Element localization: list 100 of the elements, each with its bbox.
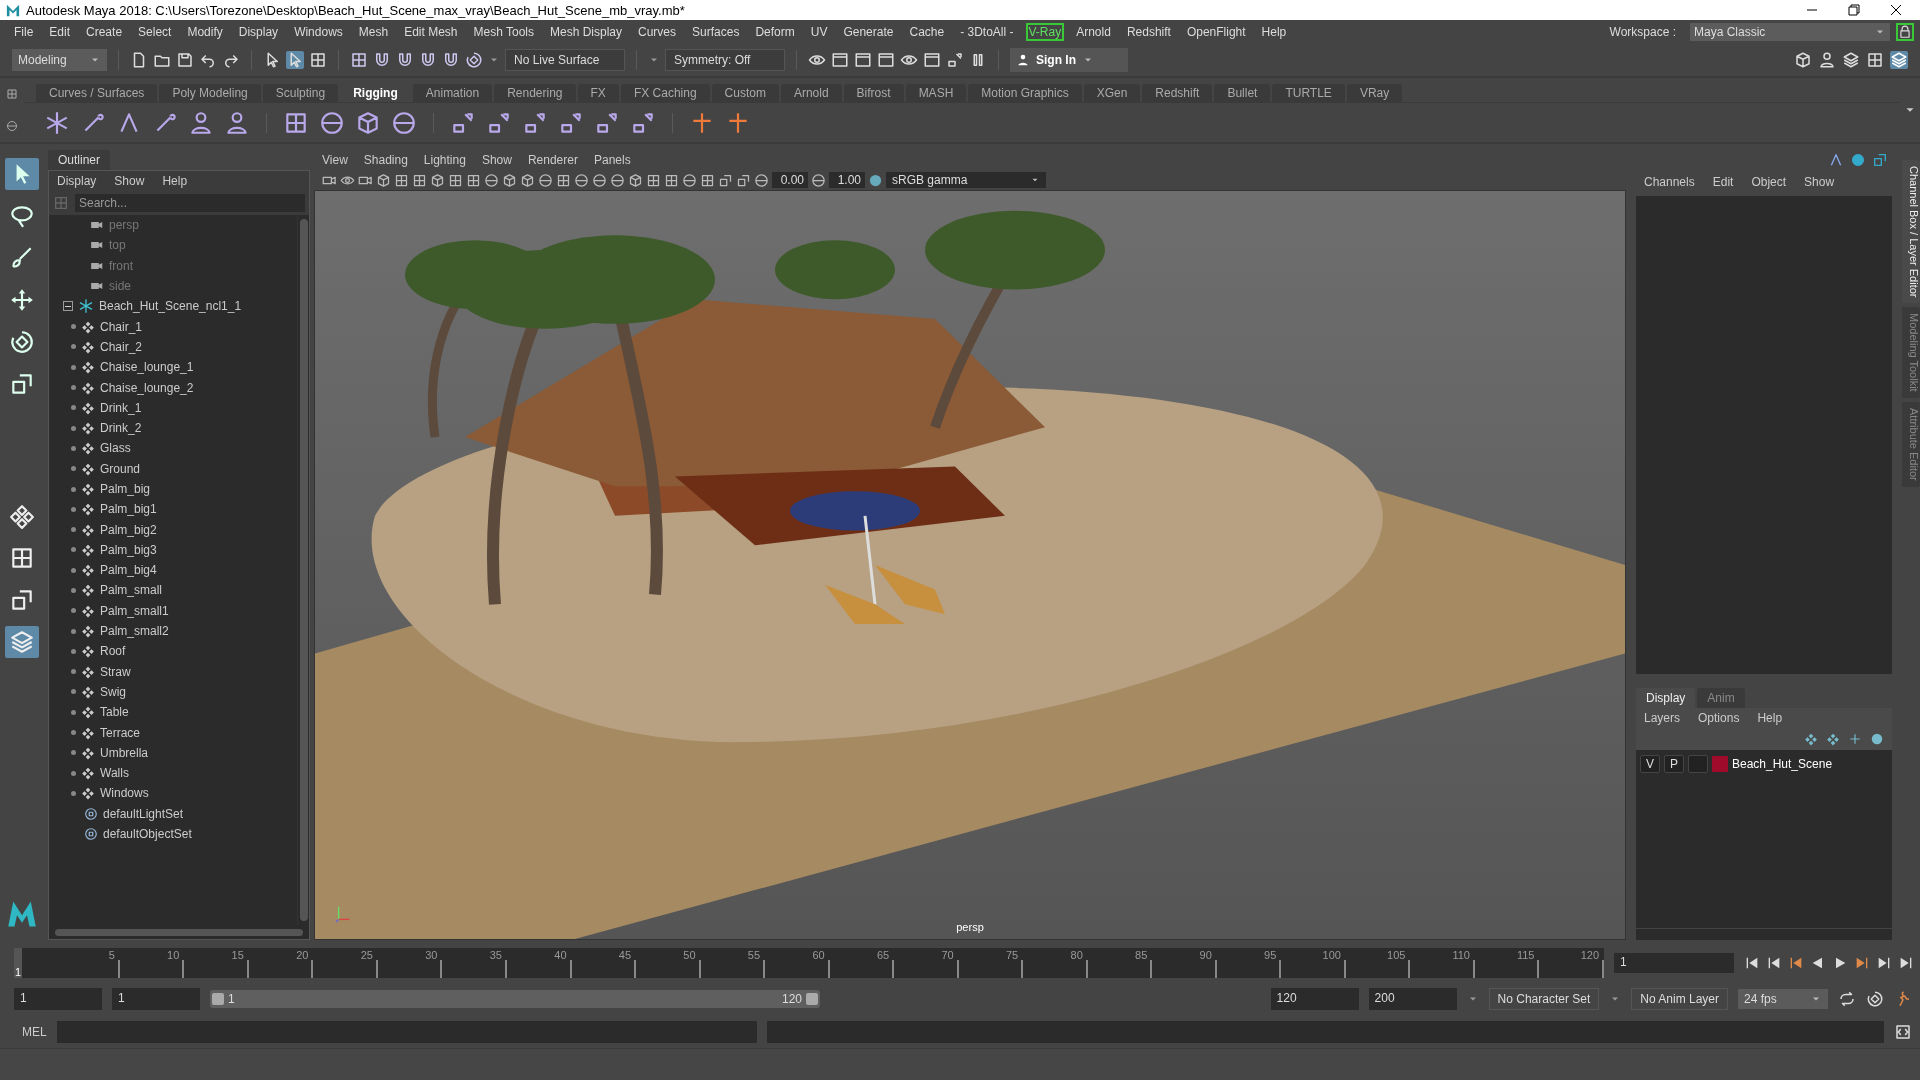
menu-item[interactable]: Options bbox=[1698, 711, 1740, 725]
move-tool-icon[interactable] bbox=[9, 287, 35, 313]
layer-color-swatch[interactable] bbox=[1712, 756, 1728, 772]
mesh-icon[interactable] bbox=[81, 360, 95, 375]
viewport-tool-icon[interactable] bbox=[394, 172, 409, 188]
menu-item[interactable]: Show bbox=[481, 153, 512, 167]
outliner-item[interactable]: Umbrella bbox=[100, 745, 148, 760]
save-icon[interactable] bbox=[176, 51, 194, 69]
mesh-icon[interactable] bbox=[81, 441, 95, 456]
outliner-item[interactable]: Glass bbox=[100, 441, 131, 456]
mesh-icon[interactable] bbox=[81, 705, 95, 720]
viewport-tool-icon[interactable] bbox=[592, 172, 607, 188]
mesh-icon[interactable] bbox=[81, 522, 95, 537]
shelf-tab[interactable]: Curves / Surfaces bbox=[36, 84, 158, 102]
key-settings-icon[interactable] bbox=[1866, 990, 1884, 1008]
rigging-tool-icon[interactable] bbox=[224, 109, 250, 136]
menu-item[interactable]: Mesh bbox=[350, 25, 397, 39]
workspace-dropdown[interactable]: Maya Classic bbox=[1690, 23, 1890, 41]
mesh-icon[interactable] bbox=[81, 786, 95, 801]
rotate-tool-icon[interactable] bbox=[9, 329, 35, 355]
rigging-tool-icon[interactable] bbox=[188, 109, 214, 136]
menu-item[interactable]: Display bbox=[230, 25, 287, 39]
outliner-item[interactable]: Chaise_lounge_1 bbox=[100, 360, 194, 375]
shelf-tab[interactable]: Poly Modeling bbox=[159, 84, 261, 102]
command-language-label[interactable]: MEL bbox=[22, 1025, 47, 1039]
layer-action-icon[interactable] bbox=[1804, 732, 1818, 746]
viewport-tool-icon[interactable] bbox=[574, 172, 589, 188]
viewport-tool-icon[interactable] bbox=[448, 172, 463, 188]
menu-item[interactable]: File bbox=[6, 25, 42, 39]
end-time-field[interactable]: 200 bbox=[1368, 988, 1457, 1010]
script-editor-icon[interactable] bbox=[1894, 1023, 1912, 1041]
menu-item[interactable]: Edit bbox=[41, 25, 79, 39]
gamma-field[interactable]: 1.00 bbox=[829, 172, 865, 188]
scrollbar[interactable] bbox=[297, 215, 309, 925]
color-management-icon[interactable] bbox=[868, 172, 883, 188]
viewport-tool-icon[interactable] bbox=[412, 172, 427, 188]
menu-item[interactable]: Help bbox=[1757, 711, 1783, 725]
outliner-item[interactable]: Palm_big2 bbox=[100, 522, 157, 537]
shelf-tab[interactable]: Rendering bbox=[494, 84, 576, 102]
mesh-icon[interactable] bbox=[81, 624, 95, 639]
menu-item[interactable]: Create bbox=[78, 25, 131, 39]
mesh-icon[interactable] bbox=[81, 583, 95, 598]
outliner-item[interactable]: Palm_small bbox=[100, 583, 162, 598]
menu-item[interactable]: Edit Mesh bbox=[396, 25, 466, 39]
deformer-icon[interactable] bbox=[391, 109, 417, 136]
menu-item[interactable]: Mesh Tools bbox=[465, 25, 542, 39]
person-icon[interactable] bbox=[1016, 53, 1030, 67]
current-frame-field[interactable]: 1 bbox=[1614, 953, 1734, 973]
shelf-tab[interactable]: XGen bbox=[1083, 84, 1141, 102]
side-tab[interactable]: Channel Box / Layer Editor bbox=[1902, 160, 1920, 304]
snap-icon[interactable] bbox=[465, 51, 483, 69]
menu-item[interactable]: OpenFlight bbox=[1178, 25, 1254, 39]
viewport-tool-icon[interactable] bbox=[520, 172, 535, 188]
menu-item[interactable]: Cache bbox=[901, 25, 953, 39]
start-time-field[interactable]: 1 bbox=[14, 988, 102, 1010]
symmetry-field[interactable]: Symmetry: Off bbox=[665, 49, 785, 71]
shelf-tab[interactable]: Motion Graphics bbox=[968, 84, 1082, 102]
mesh-icon[interactable] bbox=[81, 644, 95, 659]
outliner-item[interactable]: Beach_Hut_Scene_ncl1_1 bbox=[99, 299, 242, 314]
viewport-tool-icon[interactable] bbox=[700, 172, 715, 188]
outliner-item[interactable]: defaultObjectSet bbox=[103, 827, 192, 842]
snap-icon[interactable] bbox=[442, 51, 460, 69]
mesh-icon[interactable] bbox=[81, 421, 95, 436]
live-surface-field[interactable]: No Live Surface bbox=[505, 49, 625, 71]
mesh-icon[interactable] bbox=[81, 745, 95, 760]
mesh-icon[interactable] bbox=[81, 684, 95, 699]
sign-in-button[interactable]: Sign In bbox=[1010, 48, 1128, 72]
shelf-tab[interactable]: Sculpting bbox=[262, 84, 339, 102]
menu-item[interactable]: Deform bbox=[747, 25, 803, 39]
menu-item[interactable]: Help bbox=[1253, 25, 1295, 39]
viewport-tool-icon[interactable] bbox=[466, 172, 481, 188]
viewport-tool-icon[interactable] bbox=[484, 172, 499, 188]
character-set-dropdown[interactable]: No Character Set bbox=[1488, 988, 1600, 1010]
menu-item[interactable]: Redshift bbox=[1118, 25, 1179, 39]
shelf-tab[interactable]: Custom bbox=[711, 84, 779, 102]
mesh-icon[interactable] bbox=[81, 339, 95, 354]
layer-action-icon[interactable] bbox=[1870, 732, 1884, 746]
mesh-icon[interactable] bbox=[81, 502, 95, 517]
panel-tab[interactable]: Outliner bbox=[48, 150, 111, 170]
outliner-item[interactable]: Palm_small1 bbox=[100, 603, 169, 618]
outliner-item[interactable]: Chaise_lounge_2 bbox=[100, 380, 194, 395]
shelf-tab[interactable]: Arnold bbox=[780, 84, 842, 102]
mode-dropdown[interactable]: Modeling bbox=[12, 49, 107, 71]
viewport-tool-icon[interactable] bbox=[754, 172, 769, 188]
panel-tab[interactable]: Display bbox=[1636, 688, 1696, 708]
menu-item[interactable]: Generate bbox=[835, 25, 902, 39]
select-mode-icon[interactable] bbox=[286, 51, 304, 69]
mesh-icon[interactable] bbox=[81, 380, 95, 395]
axis-toggle-icon[interactable] bbox=[1828, 152, 1844, 168]
group-icon[interactable] bbox=[78, 298, 94, 315]
shelf-tab[interactable]: TURTLE bbox=[1272, 84, 1345, 102]
menu-item[interactable]: Shading bbox=[363, 153, 408, 167]
menu-item[interactable]: Panels bbox=[593, 153, 631, 167]
previous-key-icon[interactable] bbox=[1788, 955, 1804, 971]
menu-item[interactable]: Channels bbox=[1644, 175, 1695, 189]
shelf-tab[interactable]: MASH bbox=[905, 84, 967, 102]
two-view-icon[interactable] bbox=[9, 587, 35, 613]
menu-item[interactable]: Show bbox=[1804, 175, 1835, 189]
menu-item[interactable]: Renderer bbox=[527, 153, 578, 167]
outliner-item[interactable]: Chair_1 bbox=[100, 319, 143, 334]
